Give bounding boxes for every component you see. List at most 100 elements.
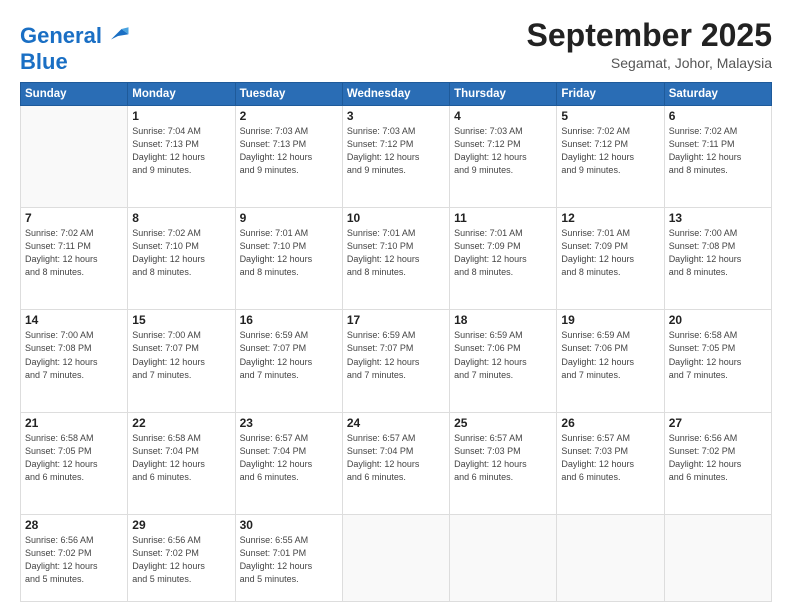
table-row: 15 Sunrise: 7:00 AMSunset: 7:07 PMDayligh… <box>128 310 235 412</box>
day-info: Sunrise: 7:02 AMSunset: 7:12 PMDaylight:… <box>561 125 659 177</box>
day-number: 7 <box>25 211 123 225</box>
day-info: Sunrise: 7:04 AMSunset: 7:13 PMDaylight:… <box>132 125 230 177</box>
table-row: 3 Sunrise: 7:03 AMSunset: 7:12 PMDaylight… <box>342 106 449 208</box>
day-info: Sunrise: 6:57 AMSunset: 7:04 PMDaylight:… <box>240 432 338 484</box>
table-row <box>450 514 557 601</box>
day-number: 30 <box>240 518 338 532</box>
day-info: Sunrise: 6:59 AMSunset: 7:07 PMDaylight:… <box>347 329 445 381</box>
location: Segamat, Johor, Malaysia <box>527 55 772 71</box>
day-info: Sunrise: 6:56 AMSunset: 7:02 PMDaylight:… <box>25 534 123 586</box>
day-info: Sunrise: 6:59 AMSunset: 7:06 PMDaylight:… <box>454 329 552 381</box>
table-row: 24 Sunrise: 6:57 AMSunset: 7:04 PMDayligh… <box>342 412 449 514</box>
table-row: 2 Sunrise: 7:03 AMSunset: 7:13 PMDaylight… <box>235 106 342 208</box>
col-monday: Monday <box>128 83 235 106</box>
day-info: Sunrise: 6:58 AMSunset: 7:05 PMDaylight:… <box>25 432 123 484</box>
table-row: 1 Sunrise: 7:04 AMSunset: 7:13 PMDaylight… <box>128 106 235 208</box>
col-friday: Friday <box>557 83 664 106</box>
day-number: 11 <box>454 211 552 225</box>
table-row: 21 Sunrise: 6:58 AMSunset: 7:05 PMDayligh… <box>21 412 128 514</box>
logo-icon <box>104 22 132 50</box>
day-info: Sunrise: 6:59 AMSunset: 7:06 PMDaylight:… <box>561 329 659 381</box>
day-info: Sunrise: 6:57 AMSunset: 7:03 PMDaylight:… <box>454 432 552 484</box>
table-row: 27Sunrise: 6:56 AMSunset: 7:02 PMDayligh… <box>664 412 771 514</box>
header: General Blue September 2025 Segamat, Joh… <box>20 18 772 74</box>
day-number: 20 <box>669 313 767 327</box>
day-info: Sunrise: 6:55 AMSunset: 7:01 PMDaylight:… <box>240 534 338 586</box>
day-info: Sunrise: 7:02 AMSunset: 7:11 PMDaylight:… <box>25 227 123 279</box>
day-number: 28 <box>25 518 123 532</box>
table-row <box>557 514 664 601</box>
day-info: Sunrise: 6:58 AMSunset: 7:04 PMDaylight:… <box>132 432 230 484</box>
day-info: Sunrise: 7:03 AMSunset: 7:13 PMDaylight:… <box>240 125 338 177</box>
table-row: 10 Sunrise: 7:01 AMSunset: 7:10 PMDayligh… <box>342 208 449 310</box>
day-info: Sunrise: 7:02 AMSunset: 7:10 PMDaylight:… <box>132 227 230 279</box>
day-info: Sunrise: 6:56 AMSunset: 7:02 PMDaylight:… <box>132 534 230 586</box>
day-number: 26 <box>561 416 659 430</box>
day-info: Sunrise: 7:03 AMSunset: 7:12 PMDaylight:… <box>347 125 445 177</box>
day-number: 17 <box>347 313 445 327</box>
day-number: 6 <box>669 109 767 123</box>
col-sunday: Sunday <box>21 83 128 106</box>
day-info: Sunrise: 6:56 AMSunset: 7:02 PMDaylight:… <box>669 432 767 484</box>
table-row: 22 Sunrise: 6:58 AMSunset: 7:04 PMDayligh… <box>128 412 235 514</box>
logo-text: General <box>20 24 102 48</box>
day-number: 19 <box>561 313 659 327</box>
day-number: 24 <box>347 416 445 430</box>
day-number: 13 <box>669 211 767 225</box>
day-number: 4 <box>454 109 552 123</box>
day-info: Sunrise: 7:02 AMSunset: 7:11 PMDaylight:… <box>669 125 767 177</box>
day-number: 25 <box>454 416 552 430</box>
table-row: 12 Sunrise: 7:01 AMSunset: 7:09 PMDayligh… <box>557 208 664 310</box>
page: General Blue September 2025 Segamat, Joh… <box>0 0 792 612</box>
day-number: 8 <box>132 211 230 225</box>
day-info: Sunrise: 7:00 AMSunset: 7:08 PMDaylight:… <box>25 329 123 381</box>
day-info: Sunrise: 7:01 AMSunset: 7:10 PMDaylight:… <box>347 227 445 279</box>
day-info: Sunrise: 7:03 AMSunset: 7:12 PMDaylight:… <box>454 125 552 177</box>
title-block: September 2025 Segamat, Johor, Malaysia <box>527 18 772 71</box>
table-row: 11 Sunrise: 7:01 AMSunset: 7:09 PMDayligh… <box>450 208 557 310</box>
day-number: 16 <box>240 313 338 327</box>
table-row: 7 Sunrise: 7:02 AMSunset: 7:11 PMDaylight… <box>21 208 128 310</box>
day-info: Sunrise: 6:59 AMSunset: 7:07 PMDaylight:… <box>240 329 338 381</box>
day-info: Sunrise: 6:58 AMSunset: 7:05 PMDaylight:… <box>669 329 767 381</box>
day-info: Sunrise: 7:01 AMSunset: 7:10 PMDaylight:… <box>240 227 338 279</box>
day-info: Sunrise: 6:57 AMSunset: 7:04 PMDaylight:… <box>347 432 445 484</box>
table-row: 13Sunrise: 7:00 AMSunset: 7:08 PMDayligh… <box>664 208 771 310</box>
table-row: 30 Sunrise: 6:55 AMSunset: 7:01 PMDayligh… <box>235 514 342 601</box>
day-info: Sunrise: 7:00 AMSunset: 7:07 PMDaylight:… <box>132 329 230 381</box>
table-row <box>342 514 449 601</box>
day-number: 1 <box>132 109 230 123</box>
table-row: 8 Sunrise: 7:02 AMSunset: 7:10 PMDaylight… <box>128 208 235 310</box>
table-row: 23 Sunrise: 6:57 AMSunset: 7:04 PMDayligh… <box>235 412 342 514</box>
day-number: 23 <box>240 416 338 430</box>
day-number: 10 <box>347 211 445 225</box>
day-number: 15 <box>132 313 230 327</box>
calendar-table: Sunday Monday Tuesday Wednesday Thursday… <box>20 82 772 602</box>
day-number: 12 <box>561 211 659 225</box>
logo: General Blue <box>20 22 132 74</box>
table-row: 20 Sunrise: 6:58 AMSunset: 7:05 PMDayligh… <box>664 310 771 412</box>
day-info: Sunrise: 7:01 AMSunset: 7:09 PMDaylight:… <box>454 227 552 279</box>
day-number: 14 <box>25 313 123 327</box>
day-number: 3 <box>347 109 445 123</box>
table-row: 14 Sunrise: 7:00 AMSunset: 7:08 PMDayligh… <box>21 310 128 412</box>
day-number: 18 <box>454 313 552 327</box>
month-year: September 2025 <box>527 18 772 53</box>
day-number: 5 <box>561 109 659 123</box>
day-info: Sunrise: 7:01 AMSunset: 7:09 PMDaylight:… <box>561 227 659 279</box>
logo-line2: Blue <box>20 49 68 74</box>
table-row: 16 Sunrise: 6:59 AMSunset: 7:07 PMDayligh… <box>235 310 342 412</box>
table-row <box>664 514 771 601</box>
day-number: 21 <box>25 416 123 430</box>
table-row: 4 Sunrise: 7:03 AMSunset: 7:12 PMDaylight… <box>450 106 557 208</box>
col-tuesday: Tuesday <box>235 83 342 106</box>
day-number: 22 <box>132 416 230 430</box>
col-saturday: Saturday <box>664 83 771 106</box>
day-number: 2 <box>240 109 338 123</box>
table-row: 28 Sunrise: 6:56 AMSunset: 7:02 PMDayligh… <box>21 514 128 601</box>
table-row: 18 Sunrise: 6:59 AMSunset: 7:06 PMDayligh… <box>450 310 557 412</box>
day-info: Sunrise: 6:57 AMSunset: 7:03 PMDaylight:… <box>561 432 659 484</box>
table-row <box>21 106 128 208</box>
table-row: 6 Sunrise: 7:02 AMSunset: 7:11 PMDaylight… <box>664 106 771 208</box>
table-row: 17 Sunrise: 6:59 AMSunset: 7:07 PMDayligh… <box>342 310 449 412</box>
